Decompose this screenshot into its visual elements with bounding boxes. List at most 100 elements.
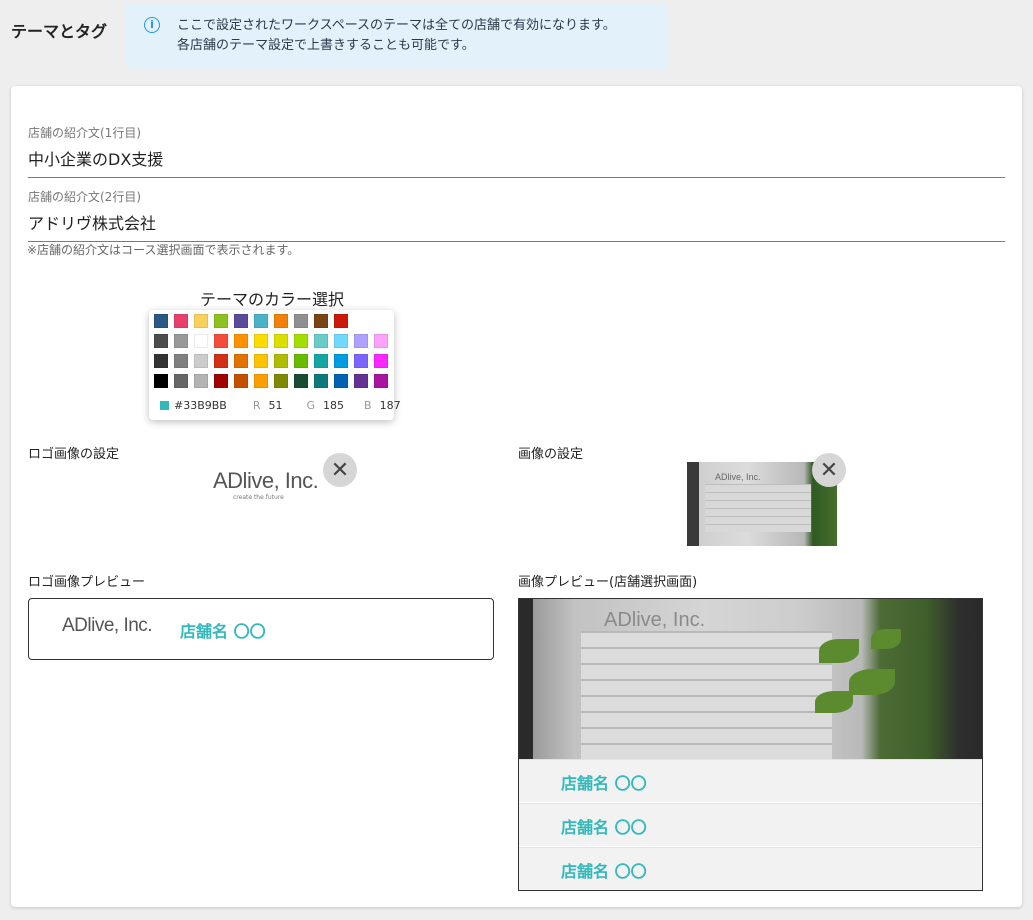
color-swatch[interactable]	[254, 334, 268, 348]
preview-photo-sign: ADlive, Inc.	[604, 609, 706, 631]
color-swatch[interactable]	[194, 374, 208, 388]
color-values: #33B9BB R 51 G 185 B 187	[160, 399, 415, 412]
intro-line2-field[interactable]: 店舗の紹介文(2行目) アドリヴ株式会社	[28, 188, 1005, 242]
color-swatch[interactable]	[294, 314, 308, 328]
color-swatch[interactable]	[374, 334, 388, 348]
color-swatch[interactable]	[274, 334, 288, 348]
color-swatch[interactable]	[354, 374, 368, 388]
plant-leaf	[819, 639, 859, 663]
color-swatch[interactable]	[174, 314, 188, 328]
color-swatch[interactable]	[294, 354, 308, 368]
swatch-row	[154, 374, 394, 390]
color-swatch[interactable]	[214, 334, 228, 348]
store-list-name: 店舗名 〇〇	[561, 774, 647, 793]
color-swatch[interactable]	[334, 354, 348, 368]
color-swatch[interactable]	[154, 374, 168, 388]
thumbnail-sign: ADlive, Inc.	[715, 472, 761, 482]
info-line-2: 各店舗のテーマ設定で上書きすることも可能です。	[177, 38, 475, 53]
color-swatch[interactable]	[214, 314, 228, 328]
color-swatch[interactable]	[154, 314, 168, 328]
section-title: テーマとタグ	[11, 22, 108, 41]
preview-photo-wall	[581, 631, 832, 759]
remove-logo-button[interactable]: ✕	[323, 453, 357, 487]
thumbnail-wall	[705, 484, 811, 532]
color-swatch[interactable]	[334, 334, 348, 348]
color-swatch[interactable]	[194, 314, 208, 328]
color-swatch[interactable]	[214, 354, 228, 368]
color-swatch[interactable]	[274, 354, 288, 368]
color-swatch[interactable]	[254, 354, 268, 368]
color-swatch[interactable]	[234, 374, 248, 388]
info-banner: i ここで設定されたワークスペースのテーマは全ての店舗で有効になります。 各店舗…	[126, 3, 668, 69]
color-swatch[interactable]	[154, 334, 168, 348]
color-swatch[interactable]	[154, 354, 168, 368]
close-icon: ✕	[819, 457, 839, 483]
image-setting-label: 画像の設定	[518, 447, 584, 462]
color-swatch[interactable]	[354, 334, 368, 348]
info-text: ここで設定されたワークスペースのテーマは全ての店舗で有効になります。 各店舗のテ…	[177, 16, 616, 56]
logo-preview-box: ADlive, Inc. 店舗名 〇〇	[28, 598, 494, 660]
theme-card: 店舗の紹介文(1行目) 中小企業のDX支援 店舗の紹介文(2行目) アドリヴ株式…	[11, 86, 1022, 907]
color-swatch[interactable]	[174, 354, 188, 368]
color-swatch[interactable]	[314, 374, 328, 388]
color-swatch[interactable]	[274, 314, 288, 328]
color-swatches	[154, 314, 394, 394]
color-swatch[interactable]	[294, 334, 308, 348]
swatch-row	[154, 314, 394, 330]
image-preview-box: ADlive, Inc. 店舗名 〇〇 店舗名 〇〇 店舗名 〇〇	[518, 598, 983, 891]
color-swatch[interactable]	[254, 374, 268, 388]
preview-store-name: 店舗名 〇〇	[180, 622, 266, 641]
info-icon: i	[144, 17, 160, 33]
color-swatch[interactable]	[254, 314, 268, 328]
plant-leaf	[849, 669, 895, 695]
preview-logo-text: ADlive, Inc.	[62, 615, 153, 636]
color-swatch[interactable]	[234, 354, 248, 368]
plant-leaf	[815, 691, 853, 713]
color-picker: #33B9BB R 51 G 185 B 187	[149, 310, 401, 420]
logo-image[interactable]: ADlive, Inc. create the future	[213, 468, 319, 501]
preview-logo: ADlive, Inc.	[62, 615, 153, 637]
color-swatch[interactable]	[174, 334, 188, 348]
color-swatch[interactable]	[334, 374, 348, 388]
preview-photo: ADlive, Inc.	[519, 599, 982, 759]
color-swatch[interactable]	[314, 334, 328, 348]
image-preview-label: 画像プレビュー(店舗選択画面)	[518, 575, 698, 590]
color-swatch[interactable]	[354, 354, 368, 368]
intro-line1-field[interactable]: 店舗の紹介文(1行目) 中小企業のDX支援	[28, 124, 1005, 178]
swatch-row	[154, 354, 394, 370]
color-swatch[interactable]	[294, 374, 308, 388]
store-list-item[interactable]: 店舗名 〇〇	[519, 803, 982, 846]
color-swatch[interactable]	[334, 314, 348, 328]
selected-hex[interactable]: #33B9BB	[174, 399, 227, 412]
color-swatch[interactable]	[274, 374, 288, 388]
remove-image-button[interactable]: ✕	[812, 453, 846, 487]
intro-line2-label: 店舗の紹介文(2行目)	[28, 190, 141, 204]
close-icon: ✕	[330, 457, 350, 483]
swatch-row	[154, 334, 394, 350]
r-value[interactable]: 51	[269, 399, 283, 412]
color-swatch[interactable]	[314, 314, 328, 328]
color-swatch[interactable]	[234, 334, 248, 348]
logo-setting-label: ロゴ画像の設定	[28, 447, 120, 462]
color-swatch[interactable]	[194, 354, 208, 368]
store-list-item[interactable]: 店舗名 〇〇	[519, 847, 982, 890]
intro-line1-input[interactable]: 中小企業のDX支援	[28, 146, 1005, 177]
store-list-name: 店舗名 〇〇	[561, 862, 647, 881]
b-value[interactable]: 187	[380, 399, 401, 412]
color-swatch[interactable]	[374, 374, 388, 388]
b-label: B	[364, 399, 372, 412]
store-list-item[interactable]: 店舗名 〇〇	[519, 759, 982, 802]
color-swatch[interactable]	[234, 314, 248, 328]
info-line-1: ここで設定されたワークスペースのテーマは全ての店舗で有効になります。	[177, 18, 616, 33]
r-label: R	[252, 399, 261, 412]
logo-text: ADlive, Inc.	[213, 468, 319, 493]
g-value[interactable]: 185	[323, 399, 344, 412]
color-swatch[interactable]	[314, 354, 328, 368]
intro-note: ※店舗の紹介文はコース選択画面で表示されます。	[27, 243, 300, 257]
color-swatch[interactable]	[194, 334, 208, 348]
color-swatch[interactable]	[214, 374, 228, 388]
color-swatch[interactable]	[174, 374, 188, 388]
intro-line2-input[interactable]: アドリヴ株式会社	[28, 210, 1005, 241]
intro-line1-label: 店舗の紹介文(1行目)	[28, 126, 141, 140]
color-swatch[interactable]	[374, 354, 388, 368]
